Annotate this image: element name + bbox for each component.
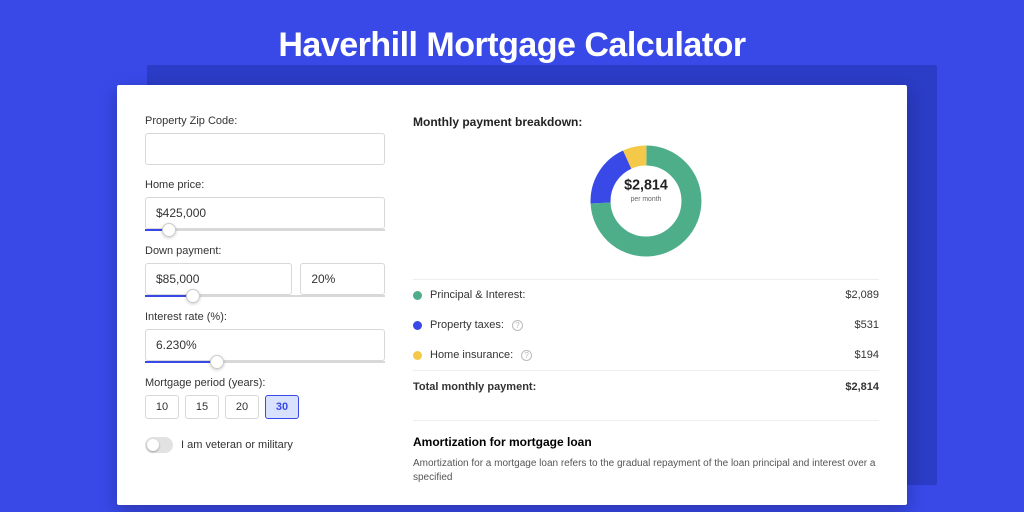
total-label: Total monthly payment:: [413, 381, 536, 393]
total-value: $2,814: [845, 381, 879, 393]
info-icon[interactable]: ?: [521, 350, 532, 361]
legend-dot-icon: [413, 351, 422, 360]
amortization-title: Amortization for mortgage loan: [413, 435, 879, 449]
home-price-field: Home price:: [145, 179, 385, 231]
veteran-toggle[interactable]: [145, 437, 173, 453]
zip-input[interactable]: [145, 133, 385, 165]
down-payment-amount-input[interactable]: [145, 263, 292, 295]
period-btn-15[interactable]: 15: [185, 395, 219, 419]
zip-field: Property Zip Code:: [145, 115, 385, 165]
breakdown-column: Monthly payment breakdown: $2,814 per mo…: [413, 115, 879, 475]
amortization-section: Amortization for mortgage loan Amortizat…: [413, 420, 879, 485]
period-label: Mortgage period (years):: [145, 377, 385, 389]
legend-row: Principal & Interest: $2,089: [413, 280, 879, 310]
home-price-input[interactable]: [145, 197, 385, 229]
legend-value: $2,089: [845, 289, 879, 301]
legend-label: Home insurance:: [430, 349, 513, 361]
home-price-label: Home price:: [145, 179, 385, 191]
home-price-slider[interactable]: [145, 229, 385, 231]
veteran-row: I am veteran or military: [145, 437, 385, 453]
donut-sub: per month: [609, 195, 683, 204]
donut-chart: $2,814 per month: [413, 141, 879, 261]
period-field: Mortgage period (years): 10152030: [145, 377, 385, 419]
legend-label: Principal & Interest:: [430, 289, 525, 301]
period-btn-30[interactable]: 30: [265, 395, 299, 419]
period-btn-20[interactable]: 20: [225, 395, 259, 419]
legend-dot-icon: [413, 291, 422, 300]
legend-value: $531: [855, 319, 879, 331]
legend: Principal & Interest: $2,089 Property taxe…: [413, 279, 879, 370]
info-icon[interactable]: ?: [512, 320, 523, 331]
slider-fill: [145, 361, 217, 363]
zip-label: Property Zip Code:: [145, 115, 385, 127]
amortization-body: Amortization for a mortgage loan refers …: [413, 457, 879, 485]
down-payment-label: Down payment:: [145, 245, 385, 257]
donut-amount: $2,814: [609, 178, 683, 195]
legend-label: Property taxes:: [430, 319, 504, 331]
slider-thumb[interactable]: [210, 355, 224, 369]
down-payment-field: Down payment:: [145, 245, 385, 297]
interest-label: Interest rate (%):: [145, 311, 385, 323]
interest-slider[interactable]: [145, 361, 385, 363]
interest-field: Interest rate (%):: [145, 311, 385, 363]
interest-input[interactable]: [145, 329, 385, 361]
calculator-card: Property Zip Code: Home price: Down paym…: [117, 85, 907, 505]
legend-total-row: Total monthly payment: $2,814: [413, 370, 879, 402]
legend-dot-icon: [413, 321, 422, 330]
veteran-label: I am veteran or military: [181, 439, 293, 451]
legend-value: $194: [855, 349, 879, 361]
page-title: Haverhill Mortgage Calculator: [0, 0, 1024, 85]
down-payment-pct-input[interactable]: [300, 263, 385, 295]
breakdown-title: Monthly payment breakdown:: [413, 115, 879, 129]
form-column: Property Zip Code: Home price: Down paym…: [145, 115, 385, 475]
period-btn-10[interactable]: 10: [145, 395, 179, 419]
down-payment-slider[interactable]: [145, 295, 385, 297]
slider-thumb[interactable]: [186, 289, 200, 303]
legend-row: Home insurance:? $194: [413, 340, 879, 370]
legend-row: Property taxes:? $531: [413, 310, 879, 340]
slider-thumb[interactable]: [162, 223, 176, 237]
